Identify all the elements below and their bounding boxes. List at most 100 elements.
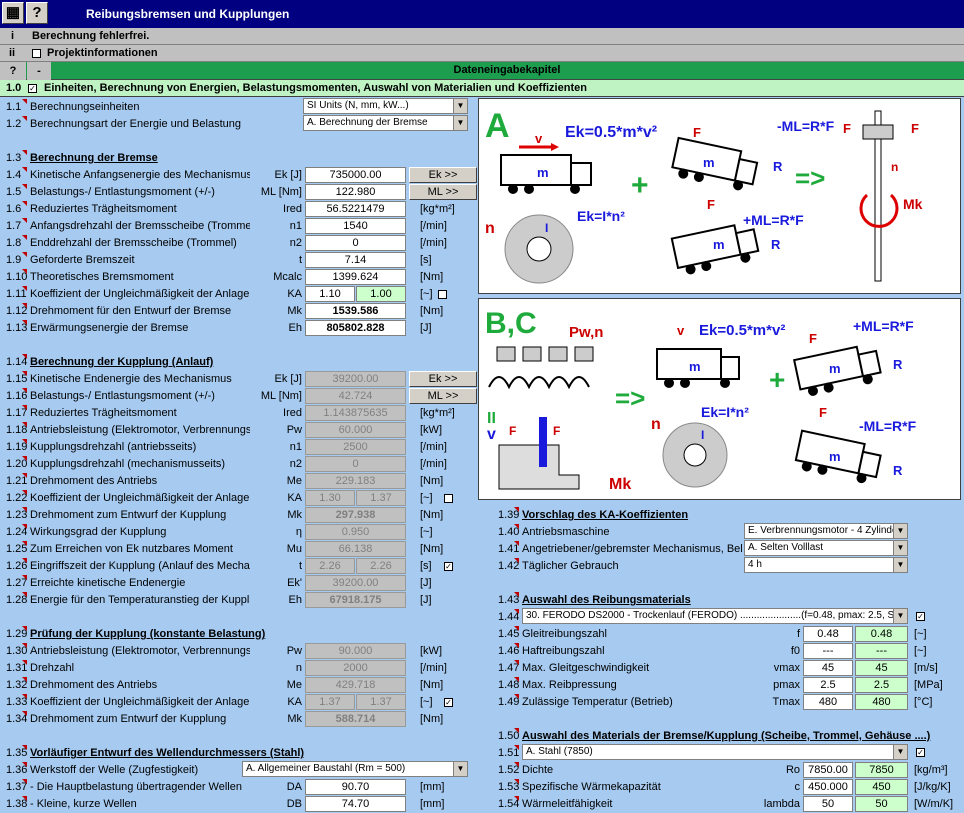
value-input-2[interactable]: 450 xyxy=(855,779,908,795)
row-symbol: n2 xyxy=(289,237,302,249)
chapter-help-button[interactable]: ? xyxy=(0,62,26,80)
value-input: 66.138 xyxy=(305,541,406,557)
compute-button[interactable]: ML >> xyxy=(409,184,477,200)
ka-select[interactable]: A. Selten Volllast ▼ xyxy=(744,540,908,556)
value-input[interactable]: 1540 xyxy=(305,218,406,234)
row-unit: [/min] xyxy=(420,662,447,674)
value-input: 1.30 xyxy=(305,490,355,506)
note-marker xyxy=(22,456,27,461)
value-input[interactable]: 50 xyxy=(803,796,853,812)
value-input: 2500 xyxy=(305,439,406,455)
pic1-ml1: -ML=R*F xyxy=(777,118,835,134)
row-symbol: Ek [J] xyxy=(274,169,302,181)
row-number: 1.3 xyxy=(6,152,22,164)
value-input[interactable]: 7.14 xyxy=(305,252,406,268)
value-input[interactable]: 805802.828 xyxy=(305,320,406,336)
chevron-down-icon[interactable]: ▼ xyxy=(453,762,467,776)
ka-select[interactable]: 4 h ▼ xyxy=(744,557,908,573)
value-input-2[interactable]: 7850 xyxy=(855,762,908,778)
row-symbol: Mk xyxy=(287,305,302,317)
row-symbol: Pw xyxy=(286,645,302,657)
value-input-2[interactable]: --- xyxy=(855,643,908,659)
row-unit: [kW] xyxy=(420,645,442,657)
chevron-down-icon[interactable]: ▼ xyxy=(893,609,907,623)
note-marker xyxy=(22,388,27,393)
value-input[interactable]: 7850.00 xyxy=(803,762,853,778)
value-input-2[interactable]: 45 xyxy=(855,660,908,676)
value-input[interactable]: 74.70 xyxy=(305,796,406,812)
pic1-arrow: => xyxy=(795,163,825,193)
value-input[interactable]: 1399.624 xyxy=(305,269,406,285)
value-input[interactable]: --- xyxy=(803,643,853,659)
pic1-n2: n xyxy=(485,220,495,237)
value-input[interactable]: 56.5221479 xyxy=(305,201,406,217)
project-checkbox[interactable] xyxy=(32,49,41,58)
row-symbol: ML [Nm] xyxy=(260,390,302,402)
t-checkbox[interactable]: ✓ xyxy=(444,562,453,571)
value-input[interactable]: 1539.586 xyxy=(305,303,406,319)
value-input-2[interactable]: 50 xyxy=(855,796,908,812)
section-checkbox[interactable]: ✓ xyxy=(28,84,37,93)
row-symbol: Ro xyxy=(785,764,800,776)
units-select[interactable]: SI Units (N, mm, kW...) ▼ xyxy=(303,98,468,114)
friction-material-select[interactable]: 30. FERODO DS2000 - Trockenlauf (FERODO)… xyxy=(522,608,908,624)
pic1-plus: + xyxy=(631,169,649,202)
value-input[interactable]: 0.48 xyxy=(803,626,853,642)
value-input-2[interactable]: 1.00 xyxy=(356,286,406,302)
chevron-down-icon[interactable]: ▼ xyxy=(893,541,907,555)
pic1-m2: m xyxy=(703,155,715,170)
row-unit: [kg*m²] xyxy=(420,203,455,215)
row-symbol: KA xyxy=(287,696,302,708)
ka-checkbox-2[interactable] xyxy=(444,494,453,503)
value-input[interactable]: 1.10 xyxy=(305,286,355,302)
pic2-ml2: -ML=R*F xyxy=(859,418,917,434)
ka-checkbox[interactable] xyxy=(438,290,447,299)
row-unit: [/min] xyxy=(420,441,447,453)
value-input[interactable]: 45 xyxy=(803,660,853,676)
row-symbol: n2 xyxy=(289,458,302,470)
help-button[interactable]: ? xyxy=(26,2,48,24)
ka-select[interactable]: E. Verbrennungsmotor - 4 Zylinder ▼ xyxy=(744,523,908,539)
chevron-down-icon[interactable]: ▼ xyxy=(453,116,467,130)
calc-type-select[interactable]: A. Berechnung der Bremse ▼ xyxy=(303,115,468,131)
value-input[interactable]: 735000.00 xyxy=(305,167,406,183)
compute-button[interactable]: ML >> xyxy=(409,388,477,404)
ka-checkbox-3[interactable]: ✓ xyxy=(444,698,453,707)
value-input-2[interactable]: 0.48 xyxy=(855,626,908,642)
row-symbol: t xyxy=(298,254,302,266)
value-input[interactable]: 0 xyxy=(305,235,406,251)
value-input-2[interactable]: 480 xyxy=(855,694,908,710)
project-row[interactable]: ii Projektinformationen xyxy=(0,45,964,62)
note-marker xyxy=(22,745,27,750)
housing-material-select[interactable]: A. Stahl (7850) ▼ xyxy=(522,744,908,760)
value-input-2[interactable]: 2.5 xyxy=(855,677,908,693)
row-unit: [/min] xyxy=(420,237,447,249)
value-input[interactable]: 2.5 xyxy=(803,677,853,693)
chevron-down-icon[interactable]: ▼ xyxy=(893,745,907,759)
chevron-down-icon[interactable]: ▼ xyxy=(893,558,907,572)
value-input[interactable]: 90.70 xyxy=(305,779,406,795)
value-input[interactable]: 122.980 xyxy=(305,184,406,200)
compute-button[interactable]: Ek >> xyxy=(409,371,477,387)
compute-button[interactable]: Ek >> xyxy=(409,167,477,183)
row-symbol: lambda xyxy=(763,798,800,810)
material-checkbox[interactable]: ✓ xyxy=(916,748,925,757)
friction-checkbox[interactable]: ✓ xyxy=(916,612,925,621)
note-marker xyxy=(22,711,27,716)
shaft-material-select[interactable]: A. Allgemeiner Baustahl (Rm = 500) ▼ xyxy=(242,761,468,777)
row-symbol: DB xyxy=(286,798,302,810)
section-1-header[interactable]: 1.0 ✓ Einheiten, Berechnung von Energien… xyxy=(0,80,964,97)
value-input[interactable]: 450.000 xyxy=(803,779,853,795)
chevron-down-icon[interactable]: ▼ xyxy=(453,99,467,113)
row-symbol: Ired xyxy=(283,203,302,215)
note-marker xyxy=(22,269,27,274)
pic2-f1: F xyxy=(809,331,817,346)
chevron-down-icon[interactable]: ▼ xyxy=(893,524,907,538)
value-input[interactable]: 480 xyxy=(803,694,853,710)
row-label: Täglicher Gebrauch xyxy=(522,560,619,572)
pic1-mk: Mk xyxy=(903,196,923,212)
app-icon[interactable]: ▦ xyxy=(2,2,24,24)
pic1-r2: R xyxy=(771,237,781,252)
chapter-collapse-button[interactable]: - xyxy=(27,62,51,80)
row-unit: [Nm] xyxy=(420,543,444,555)
